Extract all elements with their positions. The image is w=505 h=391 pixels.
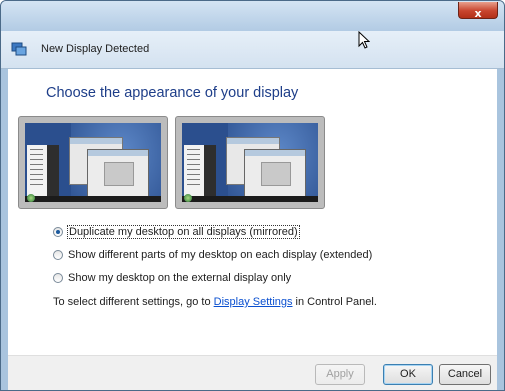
preview-screen: [25, 123, 161, 202]
option-duplicate[interactable]: Duplicate my desktop on all displays (mi…: [53, 224, 300, 240]
content-panel: Choose the appearance of your display Du…: [8, 69, 497, 355]
dialog-window: x New Display Detected Choose the appear…: [0, 0, 505, 391]
radio-external-only[interactable]: [53, 273, 63, 283]
option-label: Duplicate my desktop on all displays (mi…: [67, 225, 300, 239]
option-extended[interactable]: Show different parts of my desktop on ea…: [53, 247, 372, 263]
hint-suffix: in Control Panel.: [292, 296, 377, 308]
apply-button[interactable]: Apply: [315, 364, 365, 385]
window-thumbnail: [87, 149, 149, 197]
wizard-header: New Display Detected: [1, 31, 504, 69]
mouse-cursor-icon: [358, 31, 370, 49]
taskbar-thumbnail: [25, 196, 161, 202]
start-orb-icon: [27, 194, 35, 202]
start-menu-thumbnail: [27, 145, 59, 197]
start-menu-thumbnail: [184, 145, 216, 197]
option-label: Show my desktop on the external display …: [68, 272, 292, 284]
radio-duplicate[interactable]: [53, 227, 63, 237]
ok-button[interactable]: OK: [383, 364, 433, 385]
display-preview-2: [175, 116, 325, 209]
display-settings-link[interactable]: Display Settings: [214, 296, 293, 308]
radio-extended[interactable]: [53, 250, 63, 260]
settings-hint: To select different settings, go to Disp…: [53, 296, 377, 308]
cancel-button[interactable]: Cancel: [439, 364, 491, 385]
title-bar[interactable]: x: [1, 1, 504, 31]
close-icon: x: [474, 7, 482, 20]
display-icon: [11, 42, 27, 56]
page-heading: Choose the appearance of your display: [46, 85, 299, 101]
start-orb-icon: [184, 194, 192, 202]
window-title: New Display Detected: [41, 43, 150, 55]
display-preview-1: [18, 116, 168, 209]
window-thumbnail: [244, 149, 306, 197]
close-button[interactable]: x: [458, 2, 498, 20]
option-label: Show different parts of my desktop on ea…: [68, 249, 373, 261]
button-bar: Apply OK Cancel: [8, 355, 497, 390]
hint-prefix: To select different settings, go to: [53, 296, 214, 308]
taskbar-thumbnail: [182, 196, 318, 202]
preview-screen: [182, 123, 318, 202]
option-external-only[interactable]: Show my desktop on the external display …: [53, 270, 291, 286]
